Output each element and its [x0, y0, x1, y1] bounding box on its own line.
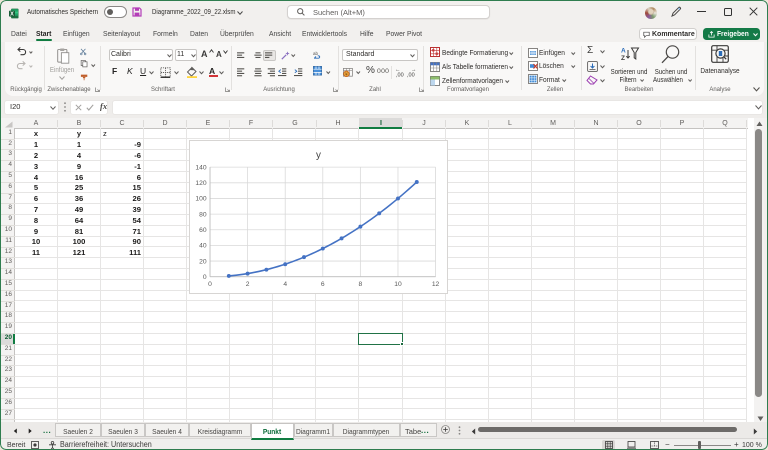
svg-text:A: A	[621, 48, 626, 55]
svg-text:120: 120	[195, 180, 206, 187]
svg-text:y: y	[316, 149, 321, 160]
svg-text:140: 140	[195, 164, 206, 171]
svg-text:0: 0	[203, 273, 207, 280]
svg-text:10: 10	[394, 281, 402, 288]
svg-text:4: 4	[283, 281, 287, 288]
svg-text:8: 8	[359, 281, 363, 288]
svg-text:100: 100	[195, 195, 206, 202]
svg-text:Z: Z	[621, 55, 625, 62]
svg-text:40: 40	[199, 242, 207, 249]
svg-text:60: 60	[199, 227, 207, 234]
svg-text:80: 80	[199, 211, 207, 218]
svg-text:2: 2	[246, 281, 250, 288]
svg-text:,00: ,00	[396, 73, 404, 79]
svg-text:20: 20	[199, 258, 207, 265]
svg-text:12: 12	[432, 281, 440, 288]
svg-text:X: X	[10, 11, 14, 17]
svg-text:0: 0	[208, 281, 212, 288]
svg-text:,00: ,00	[407, 73, 415, 79]
svg-text:6: 6	[321, 281, 325, 288]
svg-text:ab: ab	[313, 51, 319, 56]
